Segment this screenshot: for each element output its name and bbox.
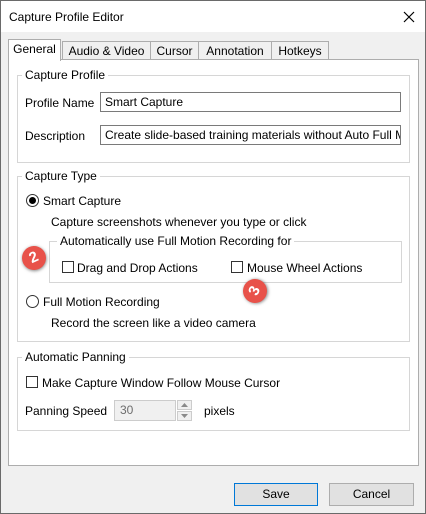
capture-profile-legend: Capture Profile — [22, 68, 109, 82]
smart-capture-radio[interactable] — [26, 194, 39, 207]
tab-label: Cursor — [156, 44, 193, 58]
chevron-up-icon — [181, 403, 188, 407]
chevron-down-icon — [181, 414, 188, 418]
panning-speed-unit: pixels — [204, 404, 235, 418]
tab-audio-video[interactable]: Audio & Video — [62, 41, 151, 61]
smart-capture-label: Smart Capture — [43, 194, 122, 208]
cancel-button[interactable]: Cancel — [329, 483, 414, 506]
panning-speed-label: Panning Speed — [25, 404, 108, 418]
close-icon — [403, 11, 415, 23]
full-motion-description: Record the screen like a video camera — [51, 316, 256, 330]
description-label: Description — [25, 129, 86, 143]
panning-speed-value: 30 — [114, 400, 176, 421]
automatic-panning-group — [17, 357, 410, 431]
stepper-up-button[interactable] — [177, 400, 192, 410]
panning-speed-stepper[interactable]: 30 — [114, 400, 192, 421]
capture-profile-editor-window: Capture Profile Editor General Audio & V… — [0, 0, 426, 514]
mouse-wheel-label: Mouse Wheel Actions — [247, 261, 363, 275]
tab-label: Hotkeys — [278, 44, 322, 58]
drag-drop-checkbox[interactable] — [62, 261, 74, 273]
full-motion-radio[interactable] — [26, 295, 39, 308]
title-bar: Capture Profile Editor — [1, 1, 425, 32]
tab-cursor[interactable]: Cursor — [150, 41, 199, 61]
tab-annotation[interactable]: Annotation — [198, 41, 272, 61]
capture-profile-group — [17, 75, 410, 163]
general-tab-panel: Capture Profile Profile Name Smart Captu… — [8, 59, 419, 466]
profile-name-label: Profile Name — [25, 96, 95, 110]
follow-cursor-checkbox[interactable] — [26, 376, 38, 388]
drag-drop-label: Drag and Drop Actions — [77, 261, 198, 275]
profile-name-input[interactable]: Smart Capture — [100, 92, 401, 112]
tab-label: Annotation — [206, 44, 264, 58]
smart-capture-description: Capture screenshots whenever you type or… — [51, 215, 307, 229]
window-title: Capture Profile Editor — [9, 10, 124, 24]
tab-label: General — [13, 42, 56, 56]
full-motion-label: Full Motion Recording — [43, 295, 160, 309]
description-input[interactable]: Create slide-based training materials wi… — [100, 125, 401, 145]
tab-general[interactable]: General — [8, 39, 61, 61]
close-button[interactable] — [399, 7, 419, 27]
save-button[interactable]: Save — [234, 483, 318, 506]
stepper-down-button[interactable] — [177, 411, 192, 421]
mouse-wheel-checkbox[interactable] — [231, 261, 243, 273]
tab-label: Audio & Video — [68, 44, 145, 58]
follow-cursor-label: Make Capture Window Follow Mouse Cursor — [42, 376, 281, 390]
capture-type-legend: Capture Type — [22, 169, 100, 183]
tab-hotkeys[interactable]: Hotkeys — [271, 41, 329, 61]
auto-full-motion-legend: Automatically use Full Motion Recording … — [57, 234, 295, 248]
automatic-panning-legend: Automatic Panning — [22, 350, 129, 364]
